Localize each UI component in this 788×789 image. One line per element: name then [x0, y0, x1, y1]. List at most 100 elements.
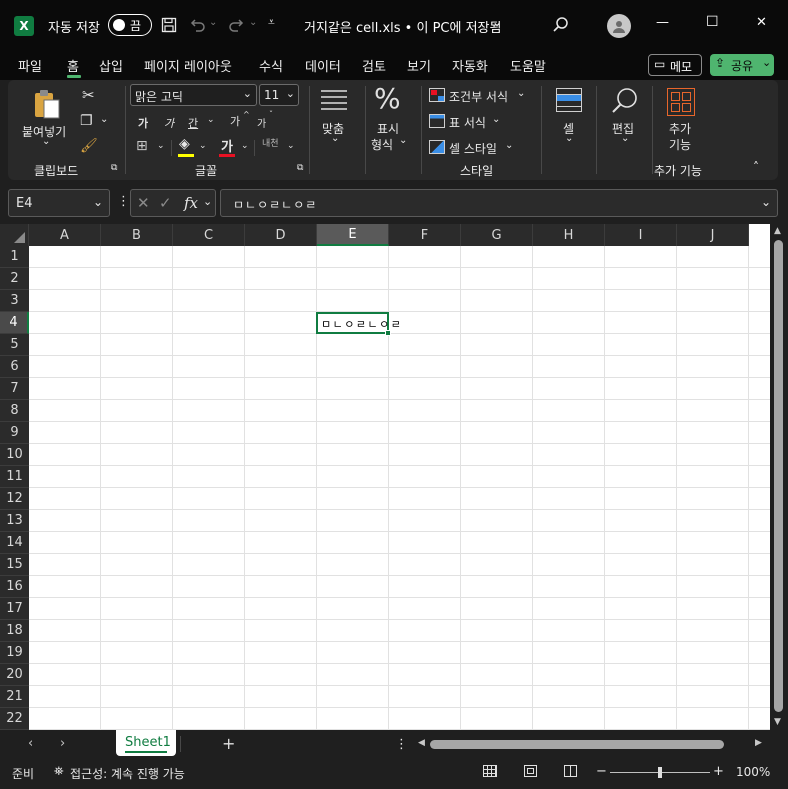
- edit-search-icon[interactable]: [610, 86, 640, 116]
- tab-page-layout[interactable]: 페이지 레이아웃: [144, 56, 232, 75]
- phonetic-dropdown-icon[interactable]: ⌄: [287, 141, 295, 151]
- font-size-select[interactable]: 11 ⌄: [259, 84, 299, 106]
- redo-icon[interactable]: [226, 14, 248, 36]
- search-icon[interactable]: [550, 14, 572, 36]
- edit-dropdown-icon[interactable]: ⌄: [621, 133, 629, 144]
- row-header-6[interactable]: 6: [0, 356, 29, 378]
- row-header-1[interactable]: 1: [0, 246, 29, 268]
- insert-function-icon[interactable]: fx: [184, 194, 198, 212]
- addins-label-1[interactable]: 추가: [669, 120, 691, 137]
- row-header-10[interactable]: 10: [0, 444, 29, 466]
- borders-dropdown-icon[interactable]: ⌄: [157, 141, 165, 151]
- tab-home[interactable]: 홈: [67, 56, 79, 75]
- page-break-view-icon[interactable]: [564, 765, 577, 777]
- column-header-c[interactable]: C: [173, 224, 245, 246]
- row-header-13[interactable]: 13: [0, 510, 29, 532]
- prev-sheet-icon[interactable]: ‹: [28, 736, 33, 751]
- addins-icon[interactable]: [667, 88, 695, 116]
- row-header-7[interactable]: 7: [0, 378, 29, 400]
- column-header-f[interactable]: F: [389, 224, 461, 246]
- addins-label-2[interactable]: 기능: [669, 136, 691, 153]
- row-header-16[interactable]: 16: [0, 576, 29, 598]
- next-sheet-icon[interactable]: ›: [60, 736, 65, 751]
- column-header-d[interactable]: D: [245, 224, 317, 246]
- conditional-format-dropdown-icon[interactable]: ⌄: [517, 88, 525, 99]
- paste-dropdown-icon[interactable]: ⌄: [42, 136, 50, 147]
- row-header-5[interactable]: 5: [0, 334, 29, 356]
- vertical-scrollbar[interactable]: ▲ ▼: [770, 224, 788, 730]
- formula-more-icon[interactable]: ⋮: [117, 194, 130, 209]
- conditional-format-icon[interactable]: [429, 88, 445, 102]
- share-button[interactable]: ⇪ 공유 ⌄: [710, 54, 774, 76]
- align-icon[interactable]: [320, 88, 348, 114]
- tab-formulas[interactable]: 수식: [259, 56, 283, 75]
- cell-style-dropdown-icon[interactable]: ⌄: [505, 140, 513, 151]
- memo-button[interactable]: ▭ 메모: [648, 54, 702, 76]
- row-header-9[interactable]: 9: [0, 422, 29, 444]
- maximize-button[interactable]: ☐: [706, 14, 719, 30]
- row-header-4[interactable]: 4: [0, 312, 29, 334]
- number-format-dropdown-icon[interactable]: ⌄: [399, 135, 407, 146]
- bold-button[interactable]: 가: [138, 115, 148, 131]
- percent-icon[interactable]: %: [374, 82, 401, 115]
- row-header-14[interactable]: 14: [0, 532, 29, 554]
- tab-review[interactable]: 검토: [362, 56, 386, 75]
- column-header-a[interactable]: A: [29, 224, 101, 246]
- worksheet-grid[interactable]: ABCDEFGHIJ 1 2 3 4 5 6 7 8 9 10 11 12 13 14 15 16 17 18 19…: [0, 224, 770, 730]
- select-all-corner[interactable]: [0, 224, 29, 246]
- tab-help[interactable]: 도움말: [510, 56, 546, 75]
- row-header-12[interactable]: 12: [0, 488, 29, 510]
- autosave-toggle[interactable]: 끔: [108, 14, 152, 36]
- column-header-j[interactable]: J: [677, 224, 749, 246]
- row-header-2[interactable]: 2: [0, 268, 29, 290]
- paste-icon[interactable]: [32, 88, 62, 120]
- zoom-slider-thumb[interactable]: [658, 767, 662, 778]
- formula-input[interactable]: ㅁㄴㅇㄹㄴㅇㄹ ⌄: [220, 189, 778, 217]
- format-painter-icon[interactable]: 🖌: [80, 138, 98, 154]
- zoom-out-button[interactable]: −: [596, 764, 607, 779]
- customize-toolbar-icon[interactable]: ⩡: [268, 15, 275, 30]
- tab-data[interactable]: 데이터: [305, 56, 341, 75]
- cells-icon[interactable]: [556, 88, 582, 112]
- align-dropdown-icon[interactable]: ⌄: [331, 133, 339, 144]
- underline-button[interactable]: 간: [188, 115, 198, 131]
- horizontal-scroll-thumb[interactable]: [430, 740, 724, 749]
- close-button[interactable]: ✕: [756, 15, 767, 30]
- scroll-left-icon[interactable]: ◀: [418, 738, 425, 748]
- underline-dropdown-icon[interactable]: ⌄: [207, 115, 215, 125]
- scroll-down-icon[interactable]: ▼: [774, 717, 781, 727]
- row-header-22[interactable]: 22: [0, 708, 29, 730]
- row-header-18[interactable]: 18: [0, 620, 29, 642]
- tab-automate[interactable]: 자동화: [452, 56, 488, 75]
- column-header-b[interactable]: B: [101, 224, 173, 246]
- row-header-20[interactable]: 20: [0, 664, 29, 686]
- avatar[interactable]: [607, 14, 631, 38]
- font-name-select[interactable]: 맑은 고딕 ⌄: [130, 84, 257, 106]
- row-header-3[interactable]: 3: [0, 290, 29, 312]
- cell-style-icon[interactable]: [429, 140, 445, 154]
- fill-color-dropdown-icon[interactable]: ⌄: [199, 141, 207, 151]
- cells-dropdown-icon[interactable]: ⌄: [565, 133, 573, 144]
- accessibility-status[interactable]: 접근성: 계속 진행 가능: [70, 765, 185, 782]
- minimize-button[interactable]: —: [656, 15, 669, 30]
- copy-icon[interactable]: ❐: [80, 113, 93, 129]
- row-header-19[interactable]: 19: [0, 642, 29, 664]
- normal-view-icon[interactable]: [483, 765, 497, 777]
- table-format-button[interactable]: 표 서식: [449, 114, 486, 131]
- number-format-label-1[interactable]: 표시: [377, 120, 399, 137]
- title-dropdown-icon[interactable]: ⌄: [492, 15, 502, 29]
- cancel-entry-icon[interactable]: ✕: [137, 194, 150, 212]
- scroll-right-icon[interactable]: ▶: [755, 738, 762, 748]
- undo-dropdown-icon[interactable]: ⌄: [209, 17, 217, 28]
- phonetic-button[interactable]: 내천: [262, 136, 279, 149]
- zoom-in-button[interactable]: +: [713, 764, 724, 779]
- tab-view[interactable]: 보기: [407, 56, 431, 75]
- name-box[interactable]: E4 ⌄: [8, 189, 110, 217]
- vertical-scroll-thumb[interactable]: [774, 240, 783, 712]
- cut-icon[interactable]: ✂: [82, 86, 95, 104]
- table-format-dropdown-icon[interactable]: ⌄: [492, 114, 500, 125]
- column-header-i[interactable]: I: [605, 224, 677, 246]
- column-header-h[interactable]: H: [533, 224, 605, 246]
- save-icon[interactable]: [158, 14, 180, 36]
- italic-button[interactable]: 가: [164, 115, 174, 131]
